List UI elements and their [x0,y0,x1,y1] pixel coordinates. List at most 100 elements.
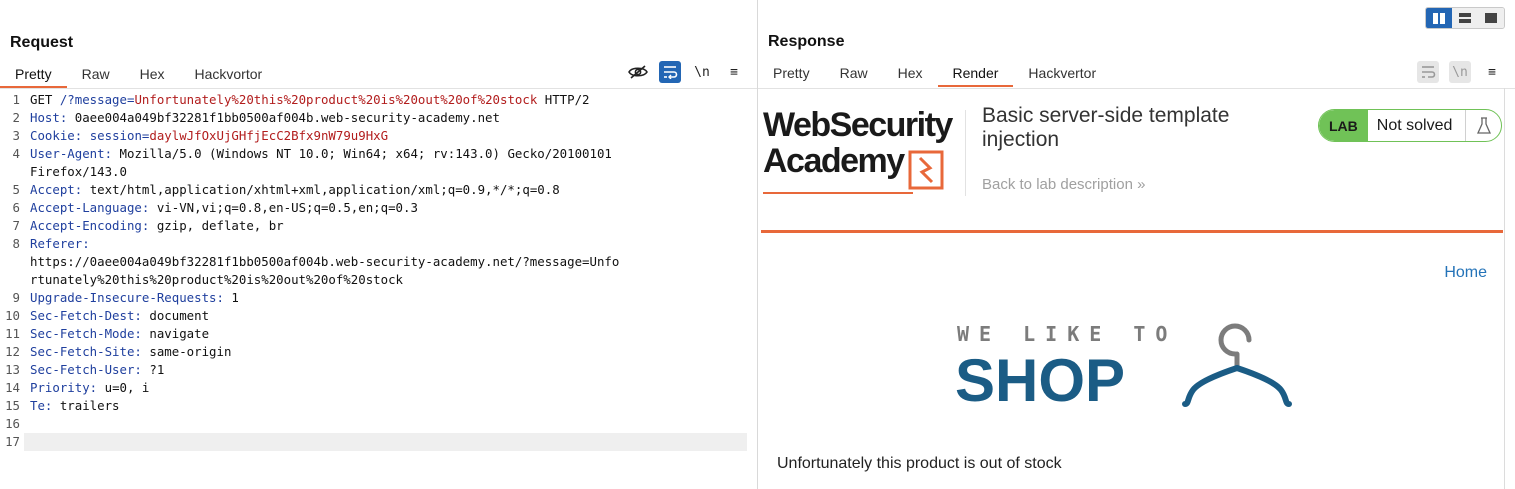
code-line: Host: 0aee004a049bf32281f1bb0500af004b.w… [30,109,745,127]
tabbed-layout-icon[interactable] [1478,8,1504,28]
code-line: Sec-Fetch-Mode: navigate [30,325,745,343]
header-name: Sec-Fetch-Site: [30,344,150,359]
line-number: 11 [5,326,20,341]
flask-icon [1465,110,1501,141]
line-number: 7 [12,218,20,233]
header-value: 1 [231,290,239,305]
tab-response-render[interactable]: Render [937,63,1014,87]
header-name: session= [89,128,150,143]
header-value: https://0aee004a049bf32281f1bb0500af004b… [30,254,620,269]
tab-response-hex[interactable]: Hex [883,63,938,87]
tab-response-pretty[interactable]: Pretty [758,63,825,87]
tab-request-raw[interactable]: Raw [67,64,125,88]
line-number [0,163,24,181]
line-number: 17 [5,434,20,449]
response-tools: \n ≡ [1407,61,1503,83]
line-number: 1 [12,92,20,107]
response-divider [758,88,1515,89]
request-code[interactable]: GET /?message=Unfortunately%20this%20pro… [30,91,745,451]
header-name: Host: [30,110,75,125]
menu-icon[interactable]: ≡ [723,61,745,83]
code-line: Firefox/143.0 [30,163,745,181]
tab-request-hex[interactable]: Hex [125,64,180,88]
code-line: Accept-Encoding: gzip, deflate, br [30,217,745,235]
lab-label: LAB [1319,110,1368,141]
tab-request-hackvertor[interactable]: Hackvortor [180,64,278,88]
line-number: 2 [12,110,20,125]
request-editor[interactable]: 1 2 3 4 5 6 7 8 9 10 11 12 13 14 15 16 17 GET /?message=… [0,91,757,489]
home-link[interactable]: Home [1444,264,1487,282]
code-line: https://0aee004a049bf32281f1bb0500af004b… [30,253,745,271]
newline-icon: \n [1449,61,1471,83]
shop-tagline: WE LIKE TO [957,322,1178,346]
lab-title: Basic server-side template injection [982,104,1230,151]
code-line: Te: trailers [30,397,745,415]
code-line: Cookie: session=daylwJfOxUjGHfjEcC2Bfx9n… [30,127,745,145]
header-value: Unfortunately%20this%20product%20is%20ou… [134,92,538,107]
header-name: Sec-Fetch-Mode: [30,326,150,341]
header-name: Accept-Encoding: [30,218,157,233]
tab-response-raw[interactable]: Raw [825,63,883,87]
response-scrollbar[interactable] [1504,88,1505,489]
header-name: Accept-Language: [30,200,157,215]
split-horizontal-layout-icon[interactable] [1426,8,1452,28]
menu-icon[interactable]: ≡ [1481,61,1503,83]
line-number: 14 [5,380,20,395]
header-name: /?message= [59,92,135,107]
header-name: Cookie: [30,128,90,143]
header-name: Priority: [30,380,105,395]
newline-icon[interactable]: \n [691,61,713,83]
response-tabs: Pretty Raw Hex Render Hackvertor [758,63,1111,87]
line-number: 5 [12,182,20,197]
header-value: 0aee004a049bf32281f1bb0500af004b.web-sec… [74,110,500,125]
header-value: u=0, i [104,380,150,395]
split-vertical-layout-icon[interactable] [1452,8,1478,28]
header-value: same-origin [149,344,232,359]
header-name: User-Agent: [30,146,120,161]
logo-underline [763,192,913,194]
layout-toggle [1425,7,1505,29]
burp-repeater-window: Request Pretty Raw Hex Hackvortor \n ≡ 1… [0,0,1515,489]
header-value: trailers [59,398,120,413]
header-value: GET [30,92,60,107]
header-value: Firefox/143.0 [30,164,127,179]
header-value: HTTP/2 [537,92,590,107]
header-name: Te: [30,398,60,413]
line-number-gutter: 1 2 3 4 5 6 7 8 9 10 11 12 13 14 15 16 17 [0,91,24,451]
header-name: Sec-Fetch-User: [30,362,150,377]
line-number: 13 [5,362,20,377]
header-value: daylwJfOxUjGHfjEcC2Bfx9nW79u9HxG [149,128,389,143]
request-tools: \n ≡ [617,61,745,83]
code-line: User-Agent: Mozilla/5.0 (Windows NT 10.0… [30,145,745,163]
code-line: Accept-Language: vi-VN,vi;q=0.8,en-US;q=… [30,199,745,217]
header-value: navigate [149,326,210,341]
hanger-icon [1182,323,1292,407]
line-number: 6 [12,200,20,215]
request-panel: Request Pretty Raw Hex Hackvortor \n ≡ 1… [0,0,758,489]
header-value: document [149,308,210,323]
request-divider [0,88,757,89]
shop-wordmark: SHOP [955,347,1126,414]
line-number: 12 [5,344,20,359]
header-value: text/html,application/xhtml+xml,applicat… [89,182,560,197]
header-name: Upgrade-Insecure-Requests: [30,290,232,305]
header-value: ?1 [149,362,165,377]
line-number: 4 [12,146,20,161]
tab-request-pretty[interactable]: Pretty [0,64,67,88]
back-to-lab-link[interactable]: Back to lab description » [982,176,1145,193]
response-panel: Response Pretty Raw Hex Render Hackverto… [758,0,1515,489]
header-value: Mozilla/5.0 (Windows NT 10.0; Win64; x64… [119,146,612,161]
request-tabs: Pretty Raw Hex Hackvortor [0,64,277,88]
header-name: Sec-Fetch-Dest: [30,308,150,323]
line-number: 3 [12,128,20,143]
web-security-academy-logo[interactable]: WebSecurity Academy [763,106,967,194]
eye-slash-icon[interactable] [627,61,649,83]
code-line: Sec-Fetch-User: ?1 [30,361,745,379]
wrap-icon[interactable] [659,61,681,83]
wrap-icon [1417,61,1439,83]
header-name: Referer: [30,236,98,251]
tab-response-hackvertor[interactable]: Hackvertor [1013,63,1111,87]
response-title: Response [768,33,845,50]
